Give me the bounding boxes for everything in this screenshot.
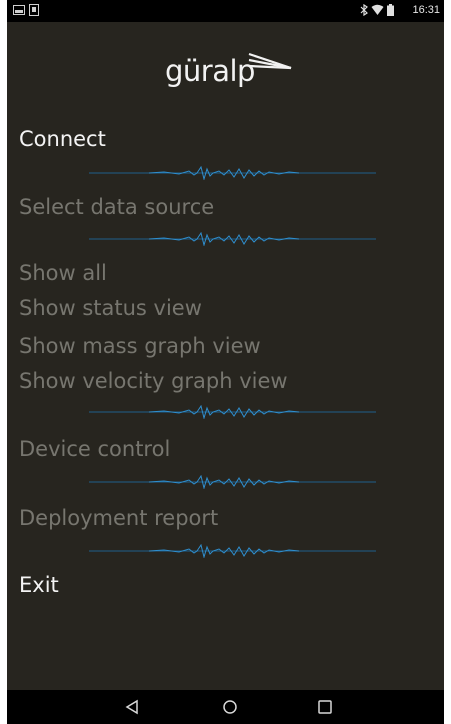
menu-item-device-control[interactable]: Device control — [19, 437, 170, 461]
navigation-bar — [7, 690, 444, 724]
status-right-icons: 16:31 — [360, 4, 440, 18]
sd-card-icon — [29, 4, 39, 16]
menu-item-show-all[interactable]: Show all — [19, 261, 107, 285]
seismic-divider — [89, 544, 376, 558]
menu-item-deployment-report[interactable]: Deployment report — [19, 506, 218, 530]
screenshot-icon — [13, 5, 25, 15]
logo-text: güralp — [165, 54, 255, 88]
menu-item-show-mass-graph-view[interactable]: Show mass graph view — [19, 334, 261, 358]
guralp-logo: güralp — [165, 50, 305, 98]
menu-item-exit[interactable]: Exit — [19, 573, 59, 597]
bluetooth-icon — [360, 4, 368, 16]
menu-item-show-velocity-graph-view[interactable]: Show velocity graph view — [19, 369, 288, 393]
app-screen: 16:31 güralp Connect Select data source … — [7, 0, 444, 724]
seismic-divider — [89, 475, 376, 489]
menu-item-show-status-view[interactable]: Show status view — [19, 296, 202, 320]
seismic-divider — [89, 232, 376, 246]
menu-item-select-data-source[interactable]: Select data source — [19, 195, 214, 219]
seismic-divider — [89, 166, 376, 180]
status-time: 16:31 — [412, 4, 440, 16]
seismic-divider — [89, 405, 376, 419]
status-bar: 16:31 — [7, 0, 444, 22]
back-icon[interactable] — [123, 699, 141, 715]
recents-icon[interactable] — [316, 699, 334, 715]
wifi-icon — [371, 4, 384, 15]
menu-item-connect[interactable]: Connect — [19, 127, 106, 151]
logo-swoosh-icon — [248, 52, 292, 70]
home-icon[interactable] — [221, 699, 239, 715]
battery-icon — [387, 4, 394, 16]
